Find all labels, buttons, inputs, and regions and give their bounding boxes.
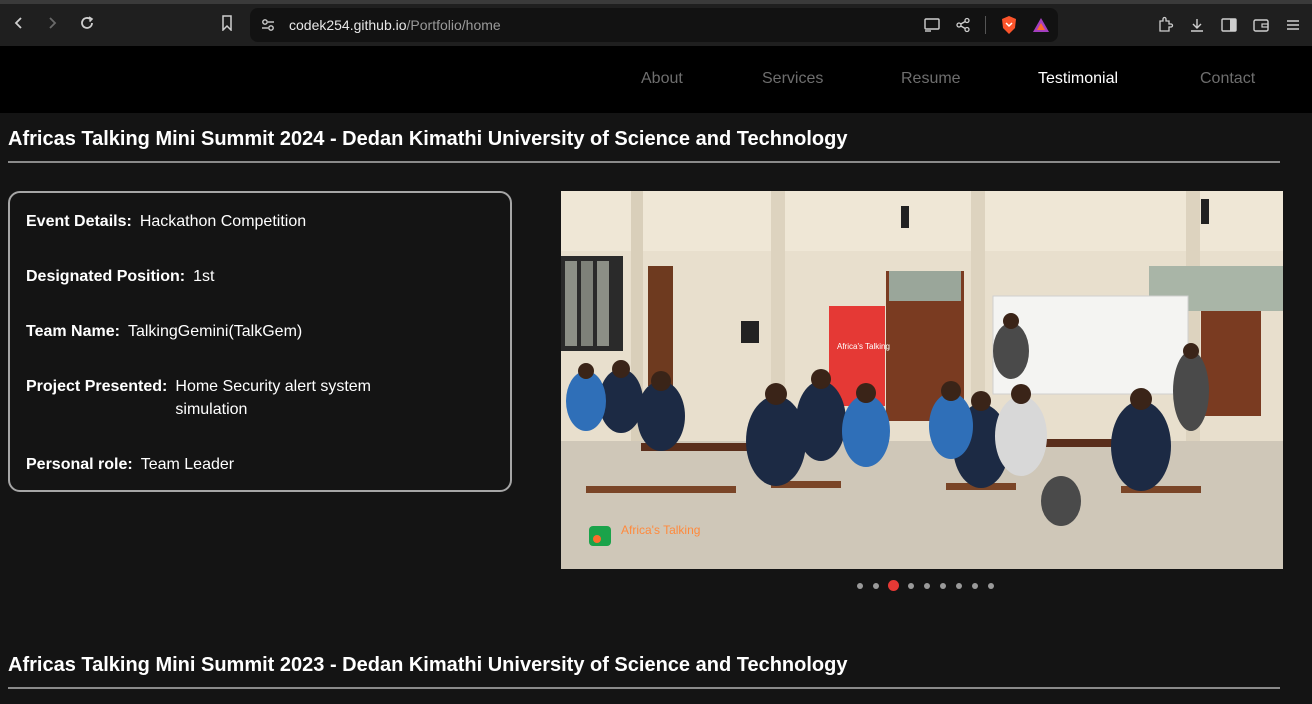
- url-text[interactable]: codek254.github.io/Portfolio/home: [289, 17, 501, 33]
- bookmark-icon: [222, 15, 232, 31]
- carousel-dot[interactable]: [857, 582, 863, 589]
- detail-value: Hackathon Competition: [139, 213, 307, 230]
- site-settings-icon[interactable]: [260, 17, 276, 33]
- detail-label: Team Name:: [26, 323, 120, 340]
- section-title-2024: Africas Talking Mini Summit 2024 - Dedan…: [8, 128, 848, 150]
- menu-icon[interactable]: [1284, 16, 1302, 34]
- carousel-indicators: [852, 580, 999, 591]
- event-details-card: Event Details: Hackathon Competition Des…: [8, 191, 512, 492]
- wallet-icon[interactable]: [1252, 16, 1270, 34]
- url-path: /Portfolio/home: [406, 17, 501, 33]
- watermark-text: Africa's Talking: [621, 523, 700, 537]
- back-arrow-icon: [14, 17, 22, 29]
- detail-row-event: Event Details: Hackathon Competition: [26, 210, 306, 233]
- brave-shield-icon[interactable]: [1000, 15, 1018, 35]
- carousel-dot[interactable]: [940, 582, 946, 589]
- detail-row-project: Project Presented: Home Security alert s…: [26, 375, 390, 421]
- carousel-dot[interactable]: [988, 582, 994, 589]
- forward-arrow-icon: [49, 17, 57, 29]
- detail-label: Designated Position:: [26, 268, 186, 285]
- reload-button[interactable]: [76, 12, 98, 34]
- share-icon[interactable]: [955, 17, 971, 33]
- brave-rewards-icon[interactable]: [1032, 17, 1050, 33]
- sidebar-toggle-icon[interactable]: [1220, 16, 1238, 34]
- extensions-icon[interactable]: [1156, 16, 1174, 34]
- detail-row-team: Team Name: TalkingGemini(TalkGem): [26, 320, 302, 343]
- detail-value: 1st: [193, 268, 215, 285]
- carousel-dot[interactable]: [924, 582, 930, 589]
- reload-icon: [81, 16, 94, 29]
- detail-row-position: Designated Position: 1st: [26, 265, 214, 288]
- nav-testimonial[interactable]: Testimonial: [1038, 70, 1118, 88]
- banner-text: Africa's Talking: [837, 342, 890, 351]
- detail-value: Home Security alert system simulation: [175, 378, 371, 418]
- browser-toolbar: codek254.github.io/Portfolio/home: [0, 0, 1312, 46]
- nav-services[interactable]: Services: [762, 70, 823, 88]
- detail-value: Team Leader: [140, 456, 235, 473]
- url-domain: codek254.github.io: [289, 17, 407, 33]
- nav-resume[interactable]: Resume: [901, 70, 961, 88]
- carousel-dot[interactable]: [956, 582, 962, 589]
- back-button[interactable]: [8, 12, 30, 34]
- bookmark-button[interactable]: [216, 12, 238, 34]
- carousel-dot[interactable]: [873, 582, 879, 589]
- detail-label: Event Details:: [26, 213, 132, 230]
- forward-button[interactable]: [41, 12, 63, 34]
- toolbar-separator: [985, 16, 986, 34]
- nav-contact[interactable]: Contact: [1200, 70, 1255, 88]
- carousel-dot[interactable]: [972, 582, 978, 589]
- detail-value: TalkingGemini(TalkGem): [127, 323, 303, 340]
- carousel-dot[interactable]: [908, 582, 914, 589]
- detail-label: Personal role:: [26, 456, 133, 473]
- event-photo: Africa's Talking Africa's Talking: [561, 191, 1283, 569]
- detail-row-role: Personal role: Team Leader: [26, 453, 234, 476]
- carousel-dot-active[interactable]: [888, 580, 899, 591]
- section-divider: [8, 687, 1280, 689]
- downloads-icon[interactable]: [1188, 16, 1206, 34]
- site-navbar: About Services Resume Testimonial Contac…: [0, 46, 1312, 113]
- nav-about[interactable]: About: [641, 70, 683, 88]
- detail-label: Project Presented:: [26, 378, 168, 395]
- section-title-2023: Africas Talking Mini Summit 2023 - Dedan…: [8, 654, 848, 676]
- section-divider: [8, 161, 1280, 163]
- address-bar[interactable]: codek254.github.io/Portfolio/home: [250, 8, 1058, 42]
- cast-icon[interactable]: [923, 17, 941, 33]
